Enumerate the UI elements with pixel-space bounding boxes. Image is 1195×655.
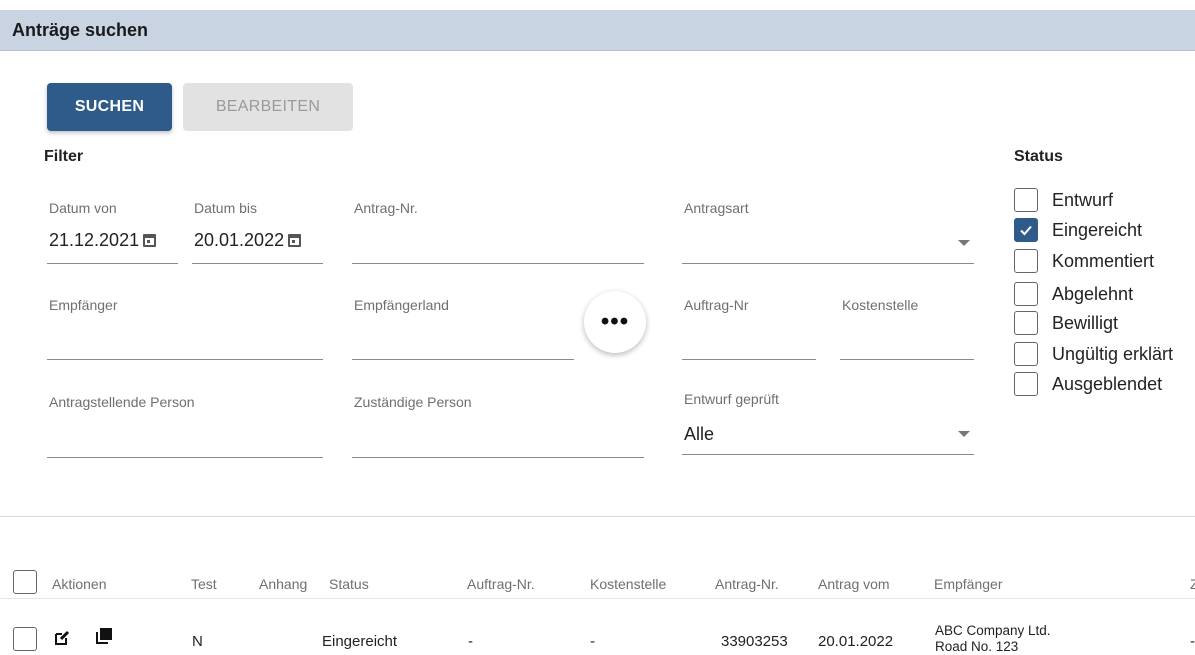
status-checkbox[interactable] (1014, 342, 1038, 366)
antrag-nr-underline (352, 263, 644, 264)
column-header-auftrag-nr[interactable]: Auftrag-Nr. (467, 576, 535, 592)
date-to-label: Datum bis (194, 200, 258, 216)
page-header: Anträge suchen (0, 10, 1195, 50)
antragsart-label: Antragsart (684, 200, 749, 216)
date-to-field[interactable]: Datum bis 20.01.2022 (192, 200, 323, 264)
entwurf-geprueft-underline (682, 454, 974, 455)
empfaengerland-field[interactable]: Empfängerland (352, 297, 574, 360)
column-header-z[interactable]: Z (1190, 576, 1195, 592)
status-checkbox[interactable] (1014, 218, 1038, 242)
more-icon: ••• (600, 308, 630, 335)
edit-button[interactable]: BEARBEITEN (183, 83, 353, 131)
status-option-abgelehnt[interactable]: Abgelehnt (1014, 280, 1133, 308)
check-icon (1020, 225, 1032, 236)
calendar-icon[interactable] (288, 234, 302, 247)
status-option-kommentiert[interactable]: Kommentiert (1014, 247, 1154, 275)
antragstellende-person-underline (47, 457, 323, 458)
page-title: Anträge suchen (12, 19, 149, 40)
antragsart-select[interactable]: Antragsart (682, 200, 974, 264)
filter-heading: Filter (44, 148, 84, 165)
date-from-underline (47, 263, 178, 264)
section-divider (0, 516, 1195, 517)
empfaengerland-label: Empfängerland (354, 297, 449, 313)
empfaenger-label: Empfänger (49, 297, 118, 313)
date-from-value: 21.12.2021 (49, 230, 140, 250)
date-to-value: 20.01.2022 (194, 230, 285, 250)
status-checkbox[interactable] (1014, 188, 1038, 212)
select-all-checkbox[interactable] (13, 570, 37, 594)
entwurf-geprueft-select[interactable]: Entwurf geprüft Alle (682, 391, 974, 455)
date-from-label: Datum von (49, 200, 117, 216)
dropdown-caret-icon[interactable] (958, 431, 970, 437)
search-button[interactable]: SUCHEN (47, 83, 172, 131)
antragsart-underline (682, 263, 974, 264)
kostenstelle-underline (840, 359, 974, 360)
zustaendige-person-field[interactable]: Zuständige Person (352, 394, 644, 458)
status-checkbox[interactable] (1014, 311, 1038, 335)
status-checkbox[interactable] (1014, 372, 1038, 396)
status-option-entwurf[interactable]: Entwurf (1014, 186, 1113, 214)
column-header-empfaenger[interactable]: Empfänger (934, 576, 1002, 592)
column-header-anhang[interactable]: Anhang (259, 576, 307, 592)
empfaengerland-underline (352, 359, 574, 360)
row-checkbox[interactable] (13, 627, 37, 651)
kostenstelle-label: Kostenstelle (842, 297, 919, 313)
status-checkbox[interactable] (1014, 282, 1038, 306)
auftrag-nr-field[interactable]: Auftrag-Nr (682, 297, 816, 360)
antragstellende-person-label: Antragstellende Person (49, 394, 195, 410)
column-header-status[interactable]: Status (329, 576, 369, 592)
zustaendige-person-label: Zuständige Person (354, 394, 472, 410)
status-checkbox[interactable] (1014, 249, 1038, 273)
status-option-bewilligt[interactable]: Bewilligt (1014, 309, 1118, 337)
status-heading: Status (1014, 148, 1063, 165)
antrag-nr-field[interactable]: Antrag-Nr. (352, 200, 644, 264)
kostenstelle-field[interactable]: Kostenstelle (840, 297, 974, 360)
antrag-nr-label: Antrag-Nr. (354, 200, 418, 216)
copy-icon[interactable] (96, 628, 112, 649)
entwurf-geprueft-label: Entwurf geprüft (684, 391, 779, 407)
column-header-antrag-vom[interactable]: Antrag vom (818, 576, 890, 592)
column-header-antrag-nr[interactable]: Antrag-Nr. (715, 576, 779, 592)
empfaenger-underline (47, 359, 323, 360)
header-row-divider (0, 598, 1195, 599)
antragstellende-person-field[interactable]: Antragstellende Person (47, 394, 323, 458)
date-to-underline (192, 263, 323, 264)
column-header-aktionen[interactable]: Aktionen (52, 576, 106, 592)
status-option-eingereicht[interactable]: Eingereicht (1014, 216, 1142, 244)
auftrag-nr-underline (682, 359, 816, 360)
date-from-field[interactable]: Datum von 21.12.2021 (47, 200, 178, 264)
more-button[interactable]: ••• (584, 291, 646, 353)
dropdown-caret-icon[interactable] (958, 240, 970, 246)
status-option-ausgeblendet[interactable]: Ausgeblendet (1014, 370, 1162, 398)
entwurf-geprueft-value: Alle (684, 424, 715, 444)
edit-icon[interactable] (54, 630, 70, 651)
column-header-kostenstelle[interactable]: Kostenstelle (590, 576, 666, 592)
empfaenger-field[interactable]: Empfänger (47, 297, 323, 360)
zustaendige-person-underline (352, 457, 644, 458)
status-option-ungueltig[interactable]: Ungültig erklärt (1014, 340, 1173, 368)
auftrag-nr-label: Auftrag-Nr (684, 297, 749, 313)
column-header-test[interactable]: Test (191, 576, 217, 592)
cell-empfaenger: ABC Company Ltd. Road No. 123 (935, 623, 1051, 654)
calendar-icon[interactable] (143, 234, 157, 247)
